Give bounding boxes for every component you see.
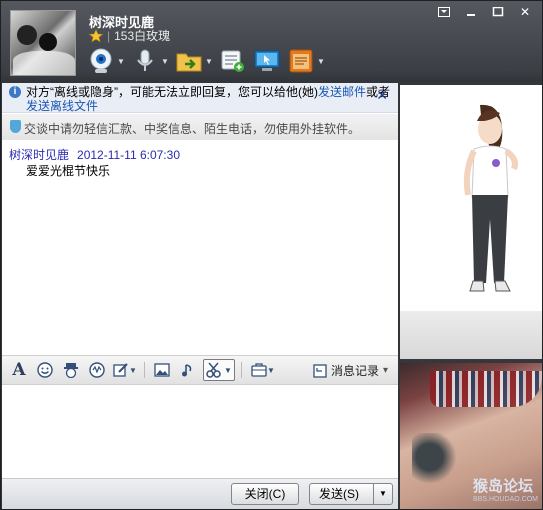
shake-icon[interactable] xyxy=(86,359,108,381)
chevron-down-icon[interactable]: ▼ xyxy=(117,57,125,66)
screenshot-button[interactable]: ▼ xyxy=(203,359,235,381)
right-panel: 猴岛论坛 BBS.HOUDAO.COM xyxy=(400,83,542,509)
offline-notice: i 对方“离线或隐身”，可能无法立即回复，您可以给他(她)发送邮件或者发送离线文… xyxy=(2,83,398,113)
contact-status: | 153白玫瑰 xyxy=(89,27,170,44)
video-call-icon[interactable] xyxy=(87,47,115,75)
briefcase-icon[interactable]: ▼ xyxy=(248,359,278,381)
title-buttons: ✕ xyxy=(431,3,538,21)
menu-icon[interactable] xyxy=(431,3,457,21)
group-chat-icon[interactable] xyxy=(219,47,247,75)
chat-toolbar: ▼ ▼ ▼ ▼ xyxy=(87,45,325,77)
minimize-icon[interactable] xyxy=(458,3,484,21)
chat-window: ✕ 树深时见鹿 | 153白玫瑰 ▼ ▼ ▼ ▼ i 对方“离线或隐身”，可能无… xyxy=(0,0,543,510)
close-button[interactable]: 关闭(C) xyxy=(231,483,299,505)
contact-avatar-show[interactable] xyxy=(400,85,542,311)
toolbar-remote[interactable] xyxy=(253,45,281,77)
chevron-down-icon[interactable]: ▼ xyxy=(161,57,169,66)
chevron-down-icon[interactable]: ▼ xyxy=(205,57,213,66)
message-time: 2012-11-11 6:07:30 xyxy=(77,148,180,162)
notice-close-icon[interactable]: ✕ xyxy=(376,88,388,102)
info-icon: i xyxy=(9,86,21,98)
toolbar-apps[interactable]: ▼ xyxy=(287,45,325,77)
format-toolbar: A ▼ ▼ ▼ 消息记录 ▾ xyxy=(2,355,398,385)
toolbar-divider xyxy=(241,362,242,378)
shield-icon xyxy=(10,120,21,133)
remote-assist-icon[interactable] xyxy=(253,47,281,75)
maximize-icon[interactable] xyxy=(485,3,511,21)
security-text: 交谈中请勿轻信汇款、中奖信息、陌生电话，勿使用外挂软件。 xyxy=(24,122,361,136)
magic-emoticon-icon[interactable] xyxy=(60,359,82,381)
music-icon[interactable] xyxy=(177,359,199,381)
message-input[interactable] xyxy=(2,386,398,478)
chevron-down-icon[interactable]: ▼ xyxy=(224,366,232,375)
voice-call-icon[interactable] xyxy=(131,47,159,75)
avatar[interactable] xyxy=(10,10,76,76)
toolbar-voice[interactable]: ▼ xyxy=(131,45,169,77)
send-file-icon[interactable] xyxy=(175,47,203,75)
font-icon[interactable]: A xyxy=(8,359,30,381)
ad-image[interactable]: 猴岛论坛 BBS.HOUDAO.COM xyxy=(400,363,542,509)
watermark: 猴岛论坛 BBS.HOUDAO.COM xyxy=(473,478,538,503)
doodle-icon[interactable]: ▼ xyxy=(112,359,138,381)
star-icon xyxy=(89,28,103,42)
toolbar-group[interactable] xyxy=(219,45,247,77)
clock-icon xyxy=(313,363,327,378)
image-icon[interactable] xyxy=(151,359,173,381)
chevron-down-icon[interactable]: ▼ xyxy=(267,366,275,375)
send-options-dropdown[interactable]: ▼ xyxy=(373,483,393,505)
toolbar-file[interactable]: ▼ xyxy=(175,45,213,77)
send-email-link[interactable]: 发送邮件 xyxy=(318,85,366,99)
close-icon[interactable]: ✕ xyxy=(512,3,538,21)
toolbar-divider xyxy=(144,362,145,378)
message-header: 树深时见鹿 2012-11-11 6:07:30 xyxy=(9,146,180,163)
chevron-down-icon[interactable]: ▼ xyxy=(317,57,325,66)
cartoon-avatar-figure xyxy=(463,104,518,292)
scissors-icon xyxy=(206,362,221,378)
chevron-down-icon[interactable]: ▼ xyxy=(129,366,137,375)
status-separator: | xyxy=(107,28,111,43)
notice-text-1: 对方“离线或隐身”，可能无法立即回复，您可以给他(她) xyxy=(26,85,318,99)
message-sender: 树深时见鹿 xyxy=(9,148,70,162)
security-tip: 交谈中请勿轻信汇款、中奖信息、陌生电话，勿使用外挂软件。 xyxy=(2,114,398,140)
emoticon-icon[interactable] xyxy=(34,359,56,381)
roses-count: 153白玫瑰 xyxy=(114,29,171,43)
history-label: 消息记录 xyxy=(330,364,379,378)
message-text: 爱爱光棍节快乐 xyxy=(26,164,111,178)
action-bar: 关闭(C) 发送(S) ▼ xyxy=(2,478,398,509)
toolbar-video[interactable]: ▼ xyxy=(87,45,125,77)
app-box-icon[interactable] xyxy=(287,47,315,75)
chevron-down-icon: ▾ xyxy=(382,365,388,376)
send-button[interactable]: 发送(S) xyxy=(309,483,375,505)
message-history-button[interactable]: 消息记录 ▾ xyxy=(313,362,388,379)
panel-spacer xyxy=(400,311,542,359)
send-offline-file-link[interactable]: 发送离线文件 xyxy=(26,99,98,113)
